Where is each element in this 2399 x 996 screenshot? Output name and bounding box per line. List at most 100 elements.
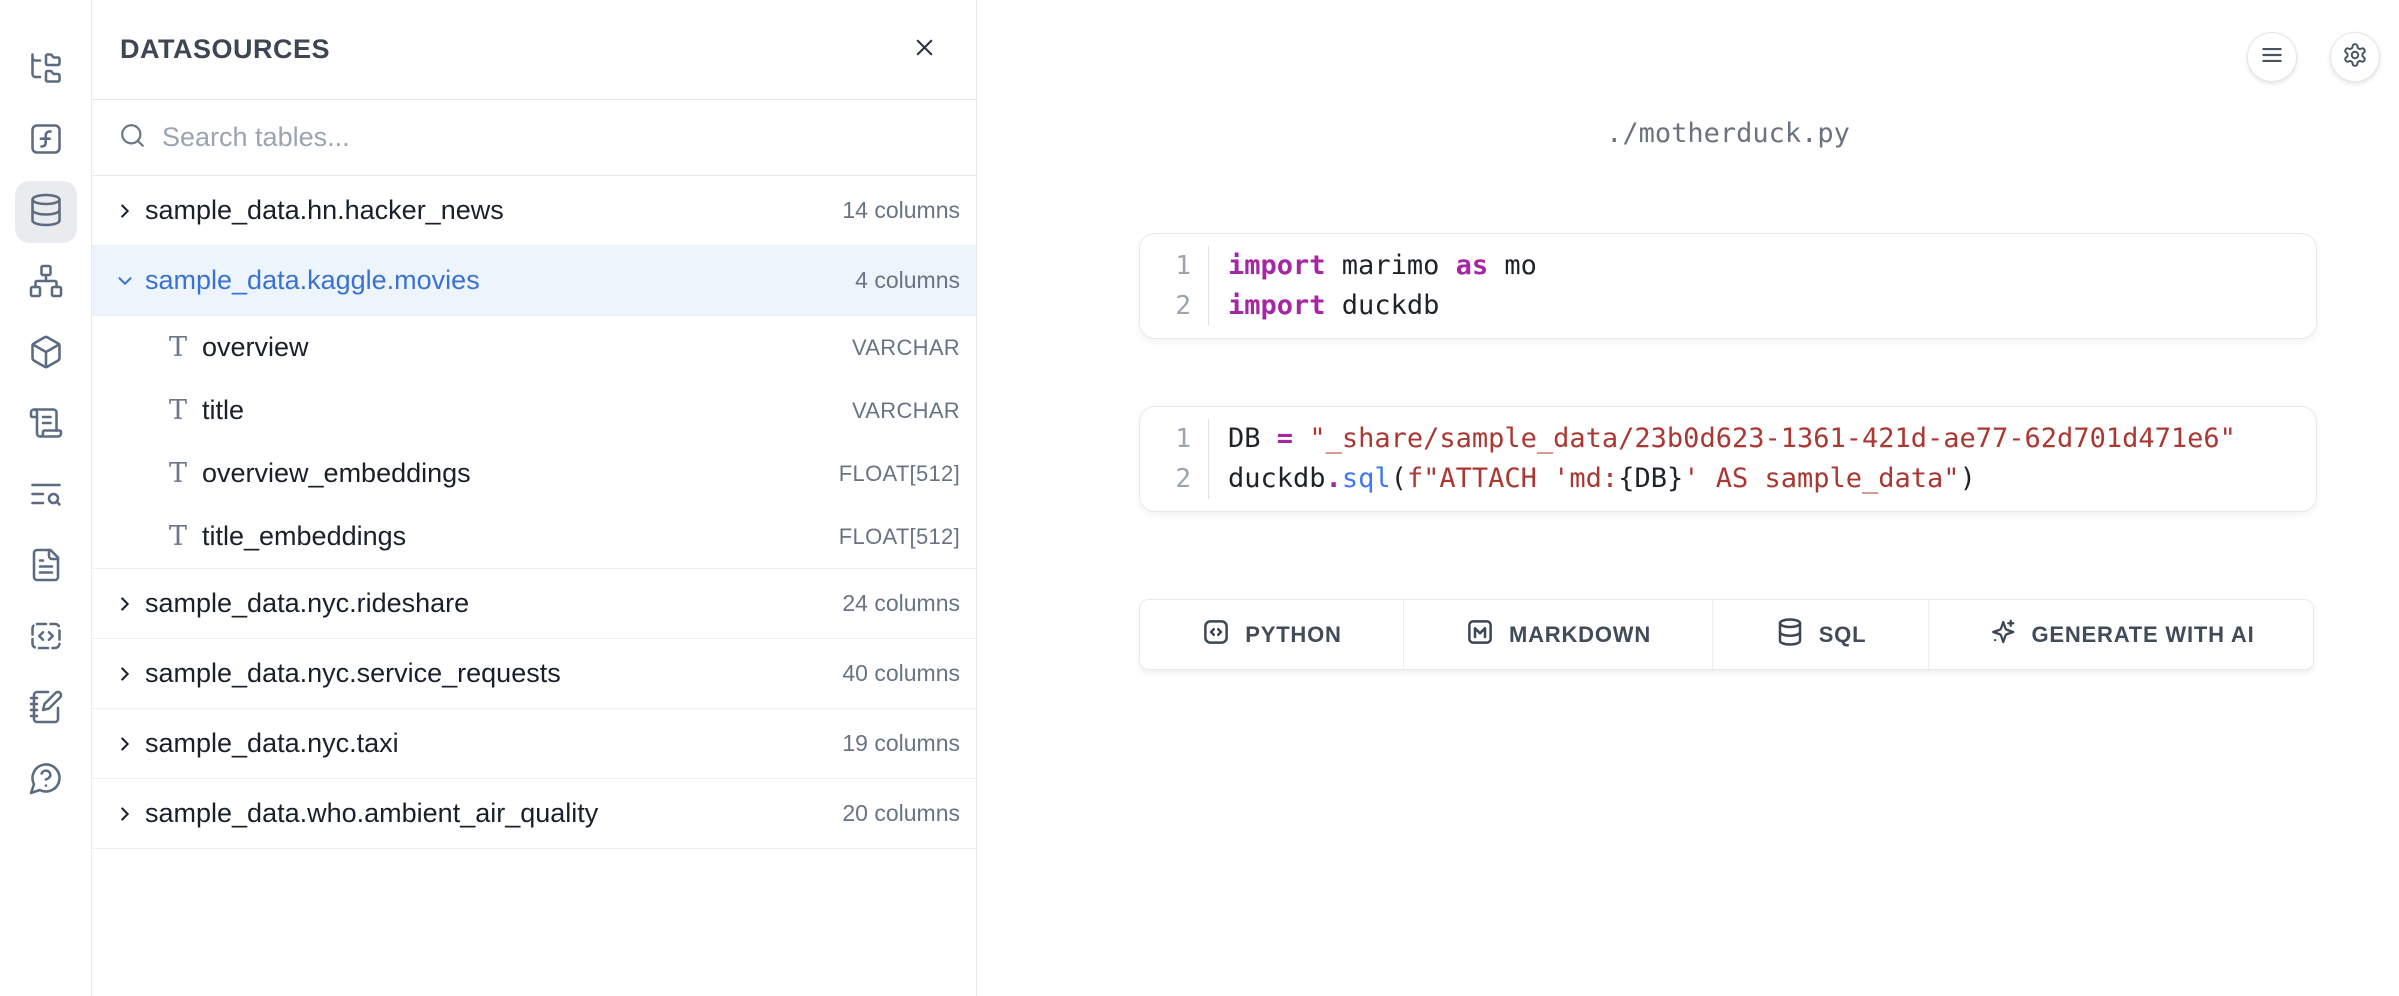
table-column-count: 19 columns (842, 730, 960, 757)
table-row[interactable]: sample_data.who.ambient_air_quality 20 c… (92, 779, 976, 849)
notebook-content: ./motherduck.py 12 import marimo as moim… (1139, 118, 2317, 670)
table-column-count: 20 columns (842, 800, 960, 827)
top-actions (2247, 32, 2380, 82)
table-row[interactable]: sample_data.kaggle.movies 4 columns (92, 246, 976, 316)
chevron-right-icon (114, 803, 136, 825)
code-line: import marimo as mo (1228, 246, 2316, 286)
search-tables-row (92, 100, 976, 176)
add-sql-cell-button[interactable]: SQL (1713, 600, 1929, 669)
table-row[interactable]: sample_data.nyc.rideshare 24 columns (92, 569, 976, 639)
table-name: sample_data.nyc.service_requests (145, 658, 561, 689)
package-icon (28, 334, 64, 375)
tables-list: sample_data.hn.hacker_news 14 columns sa… (92, 176, 976, 996)
sidebar-item-datasources[interactable] (15, 181, 77, 243)
sidebar-item-packages[interactable] (15, 323, 77, 385)
database-icon (1775, 617, 1805, 653)
sidebar-item-documentation[interactable] (15, 536, 77, 598)
search-tables-input[interactable] (162, 122, 960, 153)
document-icon (28, 547, 64, 588)
column-name: overview (202, 332, 309, 363)
column-type: VARCHAR (852, 398, 960, 424)
sidebar-item-dependencies[interactable] (15, 252, 77, 314)
table-name: sample_data.nyc.rideshare (145, 588, 469, 619)
line-number: 1 (1175, 246, 1191, 286)
panel-title: DATASOURCES (120, 34, 330, 65)
table-column-count: 4 columns (855, 267, 960, 294)
table-name: sample_data.hn.hacker_news (145, 195, 504, 226)
left-icon-rail (0, 0, 92, 996)
chevron-down-icon (114, 270, 136, 292)
sidebar-item-logs[interactable] (15, 465, 77, 527)
table-row[interactable]: sample_data.hn.hacker_news 14 columns (92, 176, 976, 246)
code-line: import duckdb (1228, 286, 2316, 326)
function-square-icon (28, 121, 64, 162)
table-row[interactable]: sample_data.nyc.service_requests 40 colu… (92, 639, 976, 709)
chevron-right-icon (114, 733, 136, 755)
add-python-cell-button[interactable]: PYTHON (1140, 600, 1404, 669)
code-line: duckdb.sql(f"ATTACH 'md:{DB}' AS sample_… (1228, 459, 2316, 499)
column-type: FLOAT[512] (839, 461, 960, 487)
code-cell-attach-db: 12 DB = "_share/sample_data/23b0d623-136… (1139, 406, 2317, 512)
column-row[interactable]: T title VARCHAR (92, 379, 976, 442)
python-code-icon (1201, 617, 1231, 653)
chevron-right-icon (114, 593, 136, 615)
notebook-main: ./motherduck.py 12 import marimo as moim… (977, 0, 2399, 996)
table-row[interactable]: sample_data.nyc.taxi 19 columns (92, 709, 976, 779)
scroll-text-icon (28, 405, 64, 446)
column-name: title (202, 395, 244, 426)
sidebar-item-snippets[interactable] (15, 607, 77, 669)
search-icon (118, 121, 147, 155)
column-row[interactable]: T overview VARCHAR (92, 316, 976, 379)
notebook-filename[interactable]: ./motherduck.py (1139, 118, 2317, 158)
line-number: 2 (1175, 459, 1191, 499)
database-icon (28, 192, 64, 233)
text-type-icon: T (164, 395, 192, 426)
table-column-count: 40 columns (842, 660, 960, 687)
sidebar-item-scratchpad[interactable] (15, 678, 77, 740)
column-row[interactable]: T overview_embeddings FLOAT[512] (92, 442, 976, 505)
sidebar-item-variables[interactable] (15, 110, 77, 172)
file-tree-icon (28, 50, 64, 91)
button-label: MARKDOWN (1509, 622, 1651, 648)
generate-with-ai-button[interactable]: GENERATE WITH AI (1929, 600, 2313, 669)
add-cell-toolbar: PYTHON MARKDOWN SQL GENERATE WITH AI (1139, 599, 2314, 670)
column-name: overview_embeddings (202, 458, 471, 489)
line-number-gutter: 12 (1140, 246, 1209, 326)
code-editor[interactable]: import marimo as moimport duckdb (1209, 246, 2316, 326)
table-name: sample_data.who.ambient_air_quality (145, 798, 598, 829)
line-number-gutter: 12 (1140, 419, 1209, 499)
line-number: 1 (1175, 419, 1191, 459)
markdown-icon (1465, 617, 1495, 653)
hamburger-menu-icon (2259, 42, 2285, 73)
table-name: sample_data.nyc.taxi (145, 728, 399, 759)
code-editor[interactable]: DB = "_share/sample_data/23b0d623-1361-4… (1209, 419, 2316, 499)
text-type-icon: T (164, 458, 192, 489)
code-line: DB = "_share/sample_data/23b0d623-1361-4… (1228, 419, 2316, 459)
datasources-panel-header: DATASOURCES (92, 0, 976, 100)
add-markdown-cell-button[interactable]: MARKDOWN (1404, 600, 1713, 669)
datasources-panel: DATASOURCES sample_data.hn.hacker_news 1… (92, 0, 977, 996)
close-panel-button[interactable] (911, 34, 938, 66)
columns-group: T overview VARCHAR T title VARCHAR T ove… (92, 316, 976, 569)
sidebar-item-outline[interactable] (15, 394, 77, 456)
chevron-right-icon (114, 663, 136, 685)
line-number: 2 (1175, 286, 1191, 326)
column-name: title_embeddings (202, 521, 406, 552)
help-chat-icon (28, 760, 64, 801)
column-row[interactable]: T title_embeddings FLOAT[512] (92, 505, 976, 568)
sidebar-item-file-tree[interactable] (15, 39, 77, 101)
scratchpad-icon (28, 689, 64, 730)
app-window: DATASOURCES sample_data.hn.hacker_news 1… (0, 0, 2399, 996)
column-type: VARCHAR (852, 335, 960, 361)
notebook-menu-button[interactable] (2247, 32, 2297, 82)
code-cell-imports: 12 import marimo as moimport duckdb (1139, 233, 2317, 339)
button-label: SQL (1819, 622, 1867, 648)
sidebar-item-help[interactable] (15, 749, 77, 811)
table-column-count: 24 columns (842, 590, 960, 617)
chevron-right-icon (114, 200, 136, 222)
settings-button[interactable] (2330, 32, 2380, 82)
text-type-icon: T (164, 521, 192, 552)
code-square-icon (28, 618, 64, 659)
table-name: sample_data.kaggle.movies (145, 265, 480, 296)
column-type: FLOAT[512] (839, 524, 960, 550)
